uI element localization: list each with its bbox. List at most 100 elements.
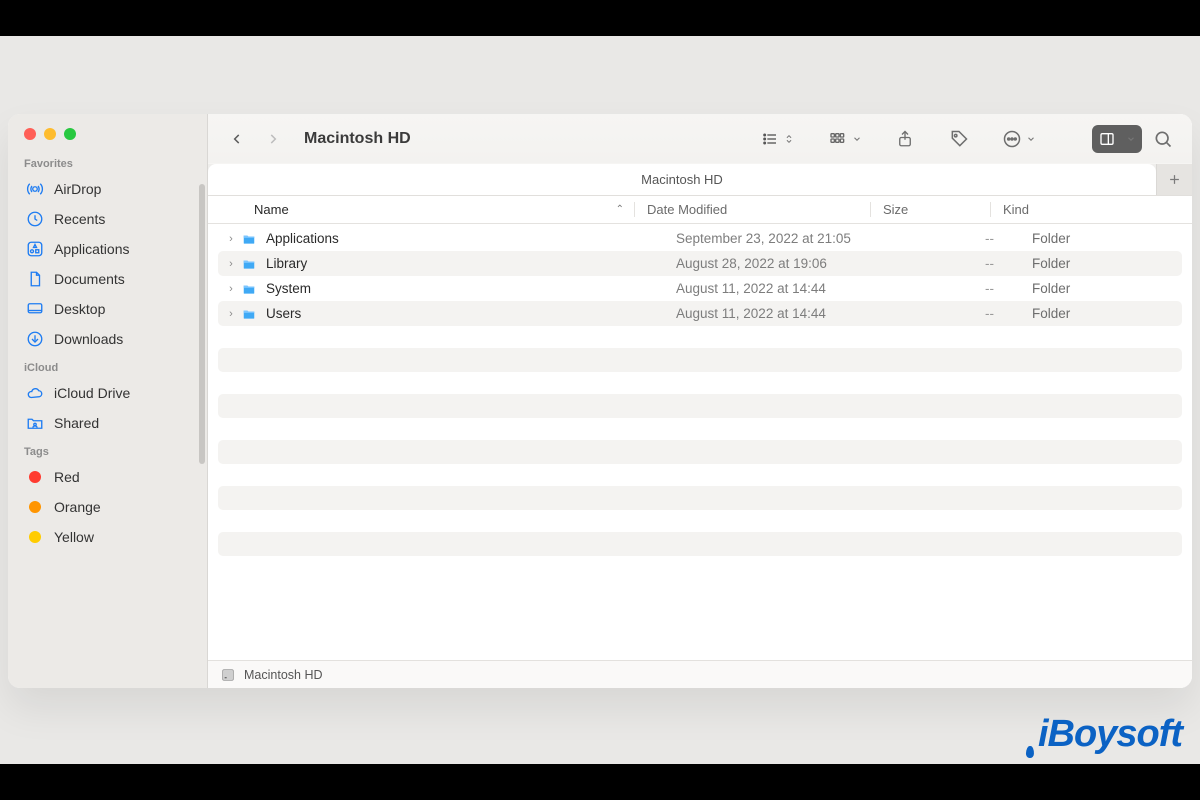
file-kind: Folder bbox=[1020, 256, 1182, 271]
chevron-down-icon bbox=[1026, 134, 1036, 144]
shared-folder-icon bbox=[26, 414, 44, 432]
sidebar-item-label: Yellow bbox=[54, 529, 94, 545]
applications-icon bbox=[26, 240, 44, 258]
file-size: -- bbox=[900, 306, 1020, 321]
sidebar-item-documents[interactable]: Documents bbox=[12, 264, 203, 294]
tag-button[interactable] bbox=[944, 125, 974, 153]
file-kind: Folder bbox=[1020, 306, 1182, 321]
view-list-button[interactable] bbox=[756, 125, 798, 153]
sidebar-item-desktop[interactable]: Desktop bbox=[12, 294, 203, 324]
clock-icon bbox=[26, 210, 44, 228]
sidebar-item-label: Red bbox=[54, 469, 80, 485]
column-kind[interactable]: Kind bbox=[990, 202, 1192, 217]
file-date: August 28, 2022 at 19:06 bbox=[664, 256, 900, 271]
sidebar-item-label: AirDrop bbox=[54, 181, 101, 197]
folder-icon bbox=[240, 305, 260, 323]
window-controls bbox=[8, 114, 207, 150]
share-button[interactable] bbox=[890, 125, 920, 153]
sidebar-tag-yellow[interactable]: Yellow bbox=[12, 522, 203, 552]
folder-icon bbox=[240, 255, 260, 273]
close-button[interactable] bbox=[24, 128, 36, 140]
column-size[interactable]: Size bbox=[870, 202, 990, 217]
volume-icon bbox=[220, 667, 236, 683]
sidebar-section-favorites: Favorites bbox=[8, 150, 207, 174]
preview-pane-button[interactable] bbox=[1092, 125, 1142, 153]
cloud-icon bbox=[26, 384, 44, 402]
fullscreen-button[interactable] bbox=[64, 128, 76, 140]
empty-row bbox=[218, 532, 1182, 556]
sidebar-item-airdrop[interactable]: AirDrop bbox=[12, 174, 203, 204]
back-button[interactable] bbox=[222, 125, 252, 153]
sidebar-tag-red[interactable]: Red bbox=[12, 462, 203, 492]
more-actions-button[interactable] bbox=[998, 125, 1040, 153]
file-row[interactable]: › Applications September 23, 2022 at 21:… bbox=[218, 226, 1182, 251]
file-row[interactable]: › Library August 28, 2022 at 19:06 -- Fo… bbox=[218, 251, 1182, 276]
sidebar-section-tags: Tags bbox=[8, 438, 207, 462]
column-date-modified[interactable]: Date Modified bbox=[634, 202, 870, 217]
empty-row bbox=[218, 348, 1182, 372]
column-name[interactable]: Name⌃ bbox=[254, 202, 634, 217]
airdrop-icon bbox=[26, 180, 44, 198]
window-title: Macintosh HD bbox=[304, 130, 411, 148]
sidebar-section-icloud: iCloud bbox=[8, 354, 207, 378]
desktop-icon bbox=[26, 300, 44, 318]
sidebar-item-label: Desktop bbox=[54, 301, 105, 317]
sidebar: Favorites AirDrop Recents Applications D… bbox=[8, 114, 208, 688]
sidebar-item-downloads[interactable]: Downloads bbox=[12, 324, 203, 354]
forward-button[interactable] bbox=[258, 125, 288, 153]
chevron-down-icon bbox=[1126, 134, 1136, 144]
sidebar-scrollbar[interactable] bbox=[199, 184, 205, 464]
path-segment: Macintosh HD bbox=[244, 668, 323, 682]
disclosure-triangle-icon[interactable]: › bbox=[222, 283, 240, 295]
sidebar-item-icloud-drive[interactable]: iCloud Drive bbox=[12, 378, 203, 408]
finder-window: Favorites AirDrop Recents Applications D… bbox=[8, 114, 1192, 688]
file-date: August 11, 2022 at 14:44 bbox=[664, 306, 900, 321]
tab-label: Macintosh HD bbox=[641, 172, 723, 187]
file-size: -- bbox=[900, 281, 1020, 296]
sidebar-item-applications[interactable]: Applications bbox=[12, 234, 203, 264]
file-name: Applications bbox=[266, 231, 339, 246]
desktop: Favorites AirDrop Recents Applications D… bbox=[0, 36, 1200, 764]
document-icon bbox=[26, 270, 44, 288]
sidebar-item-label: Documents bbox=[54, 271, 125, 287]
folder-icon bbox=[240, 280, 260, 298]
file-row[interactable]: › System August 11, 2022 at 14:44 -- Fol… bbox=[218, 276, 1182, 301]
sidebar-item-label: Recents bbox=[54, 211, 105, 227]
file-size: -- bbox=[900, 231, 1020, 246]
minimize-button[interactable] bbox=[44, 128, 56, 140]
file-name: Library bbox=[266, 256, 307, 271]
column-headers: Name⌃ Date Modified Size Kind bbox=[208, 196, 1192, 224]
tab-macintosh-hd[interactable]: Macintosh HD bbox=[208, 164, 1156, 195]
sidebar-item-label: Downloads bbox=[54, 331, 123, 347]
sidebar-item-label: iCloud Drive bbox=[54, 385, 130, 401]
disclosure-triangle-icon[interactable]: › bbox=[222, 233, 240, 245]
new-tab-button[interactable] bbox=[1156, 164, 1192, 195]
file-date: August 11, 2022 at 14:44 bbox=[664, 281, 900, 296]
sidebar-item-label: Shared bbox=[54, 415, 99, 431]
search-button[interactable] bbox=[1148, 125, 1178, 153]
file-size: -- bbox=[900, 256, 1020, 271]
file-date: September 23, 2022 at 21:05 bbox=[664, 231, 900, 246]
disclosure-triangle-icon[interactable]: › bbox=[222, 258, 240, 270]
file-name: System bbox=[266, 281, 311, 296]
empty-row bbox=[218, 394, 1182, 418]
empty-row bbox=[218, 486, 1182, 510]
tab-bar: Macintosh HD bbox=[208, 164, 1192, 196]
folder-icon bbox=[240, 230, 260, 248]
toolbar: Macintosh HD bbox=[208, 114, 1192, 164]
sidebar-tag-orange[interactable]: Orange bbox=[12, 492, 203, 522]
file-list: › Applications September 23, 2022 at 21:… bbox=[208, 224, 1192, 660]
disclosure-triangle-icon[interactable]: › bbox=[222, 308, 240, 320]
chevron-down-icon bbox=[852, 134, 862, 144]
path-bar[interactable]: Macintosh HD bbox=[208, 660, 1192, 688]
sidebar-item-shared[interactable]: Shared bbox=[12, 408, 203, 438]
watermark-logo: iBoysoft bbox=[1028, 713, 1182, 756]
file-kind: Folder bbox=[1020, 231, 1182, 246]
sort-ascending-icon: ⌃ bbox=[616, 204, 624, 215]
tag-dot-icon bbox=[26, 468, 44, 486]
group-by-button[interactable] bbox=[822, 125, 866, 153]
file-row[interactable]: › Users August 11, 2022 at 14:44 -- Fold… bbox=[218, 301, 1182, 326]
sidebar-item-recents[interactable]: Recents bbox=[12, 204, 203, 234]
tag-dot-icon bbox=[26, 498, 44, 516]
updown-icon bbox=[784, 132, 794, 146]
